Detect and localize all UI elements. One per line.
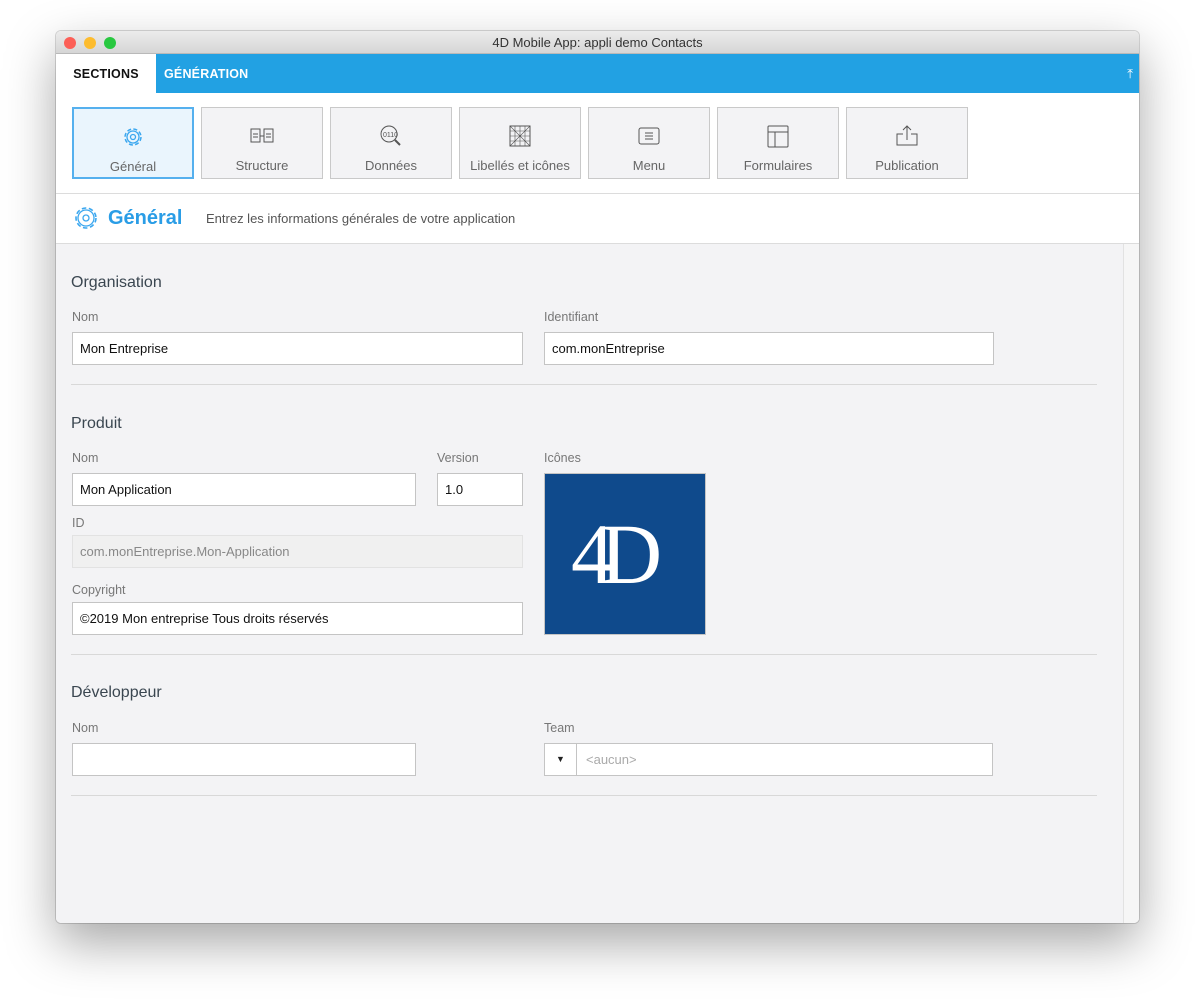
version-input[interactable]: 1.0 — [437, 473, 523, 506]
section-structure[interactable]: Structure — [201, 107, 323, 179]
developpeur-heading: Développeur — [71, 684, 162, 701]
grid-icon — [509, 125, 531, 147]
version-label: Version — [437, 451, 479, 465]
section-publication[interactable]: Publication — [846, 107, 968, 179]
scrollbar[interactable] — [1123, 244, 1139, 923]
copyright-label: Copyright — [72, 583, 126, 597]
section-formulaires[interactable]: Formulaires — [717, 107, 839, 179]
section-label: Menu — [632, 158, 666, 173]
section-label: Données — [364, 158, 418, 173]
section-label: Structure — [235, 158, 289, 173]
zoom-button[interactable] — [104, 37, 116, 49]
form-layout-icon — [767, 125, 789, 148]
menu-icon — [638, 127, 660, 145]
gear-icon — [75, 207, 97, 229]
organisation-heading: Organisation — [71, 274, 162, 291]
gear-icon — [124, 128, 142, 146]
title-bar: 4D Mobile App: appli demo Contacts — [56, 31, 1139, 54]
divider — [71, 384, 1097, 385]
product-id-field: com.monEntreprise.Mon-Application — [72, 535, 523, 568]
share-icon — [896, 125, 918, 146]
section-libelles-icones[interactable]: Libellés et icônes — [459, 107, 581, 179]
icons-label: Icônes — [544, 451, 581, 465]
copyright-input[interactable]: ©2019 Mon entreprise Tous droits réservé… — [72, 602, 523, 635]
team-select[interactable]: ▼ <aucun> — [544, 743, 993, 776]
org-id-input[interactable]: com.monEntreprise — [544, 332, 994, 365]
dev-name-label: Nom — [72, 721, 99, 735]
section-menu[interactable]: Menu — [588, 107, 710, 179]
produit-heading: Produit — [71, 415, 122, 432]
section-label: Libellés et icônes — [470, 158, 570, 173]
org-id-label: Identifiant — [544, 310, 599, 324]
svg-text:0110: 0110 — [383, 132, 398, 139]
team-label: Team — [544, 721, 575, 735]
divider — [71, 795, 1097, 796]
structure-icon — [250, 128, 274, 143]
logo-text: 4D — [571, 506, 662, 602]
divider — [56, 193, 1139, 194]
tab-bar: SECTIONS GÉNÉRATION ⤒ — [56, 54, 1139, 93]
tab-generation[interactable]: GÉNÉRATION — [164, 54, 248, 93]
close-button[interactable] — [64, 37, 76, 49]
team-placeholder: <aucun> — [586, 752, 637, 767]
tab-sections[interactable]: SECTIONS — [56, 54, 156, 93]
dev-name-input[interactable] — [72, 743, 416, 776]
section-label: Général — [109, 159, 157, 174]
window-title: 4D Mobile App: appli demo Contacts — [492, 35, 703, 50]
minimize-button[interactable] — [84, 37, 96, 49]
section-general[interactable]: Général — [72, 107, 194, 179]
org-name-label: Nom — [72, 310, 99, 324]
data-search-icon: 0110 — [380, 125, 401, 146]
dropdown-arrow-icon[interactable]: ▼ — [545, 744, 577, 775]
section-donnees[interactable]: 0110 Données — [330, 107, 452, 179]
app-icon-4d-logo[interactable]: 4D — [544, 473, 706, 635]
upload-icon[interactable]: ⤒ — [1127, 66, 1133, 82]
app-window: 4D Mobile App: appli demo Contacts SECTI… — [56, 31, 1139, 923]
section-label: Formulaires — [743, 158, 813, 173]
product-id-label: ID — [72, 516, 85, 530]
page-subtitle: Entrez les informations générales de vot… — [206, 211, 516, 226]
divider — [71, 654, 1097, 655]
product-name-input[interactable]: Mon Application — [72, 473, 416, 506]
org-name-input[interactable]: Mon Entreprise — [72, 332, 523, 365]
section-label: Publication — [875, 158, 939, 173]
product-name-label: Nom — [72, 451, 99, 465]
page-title: Général — [108, 207, 183, 229]
